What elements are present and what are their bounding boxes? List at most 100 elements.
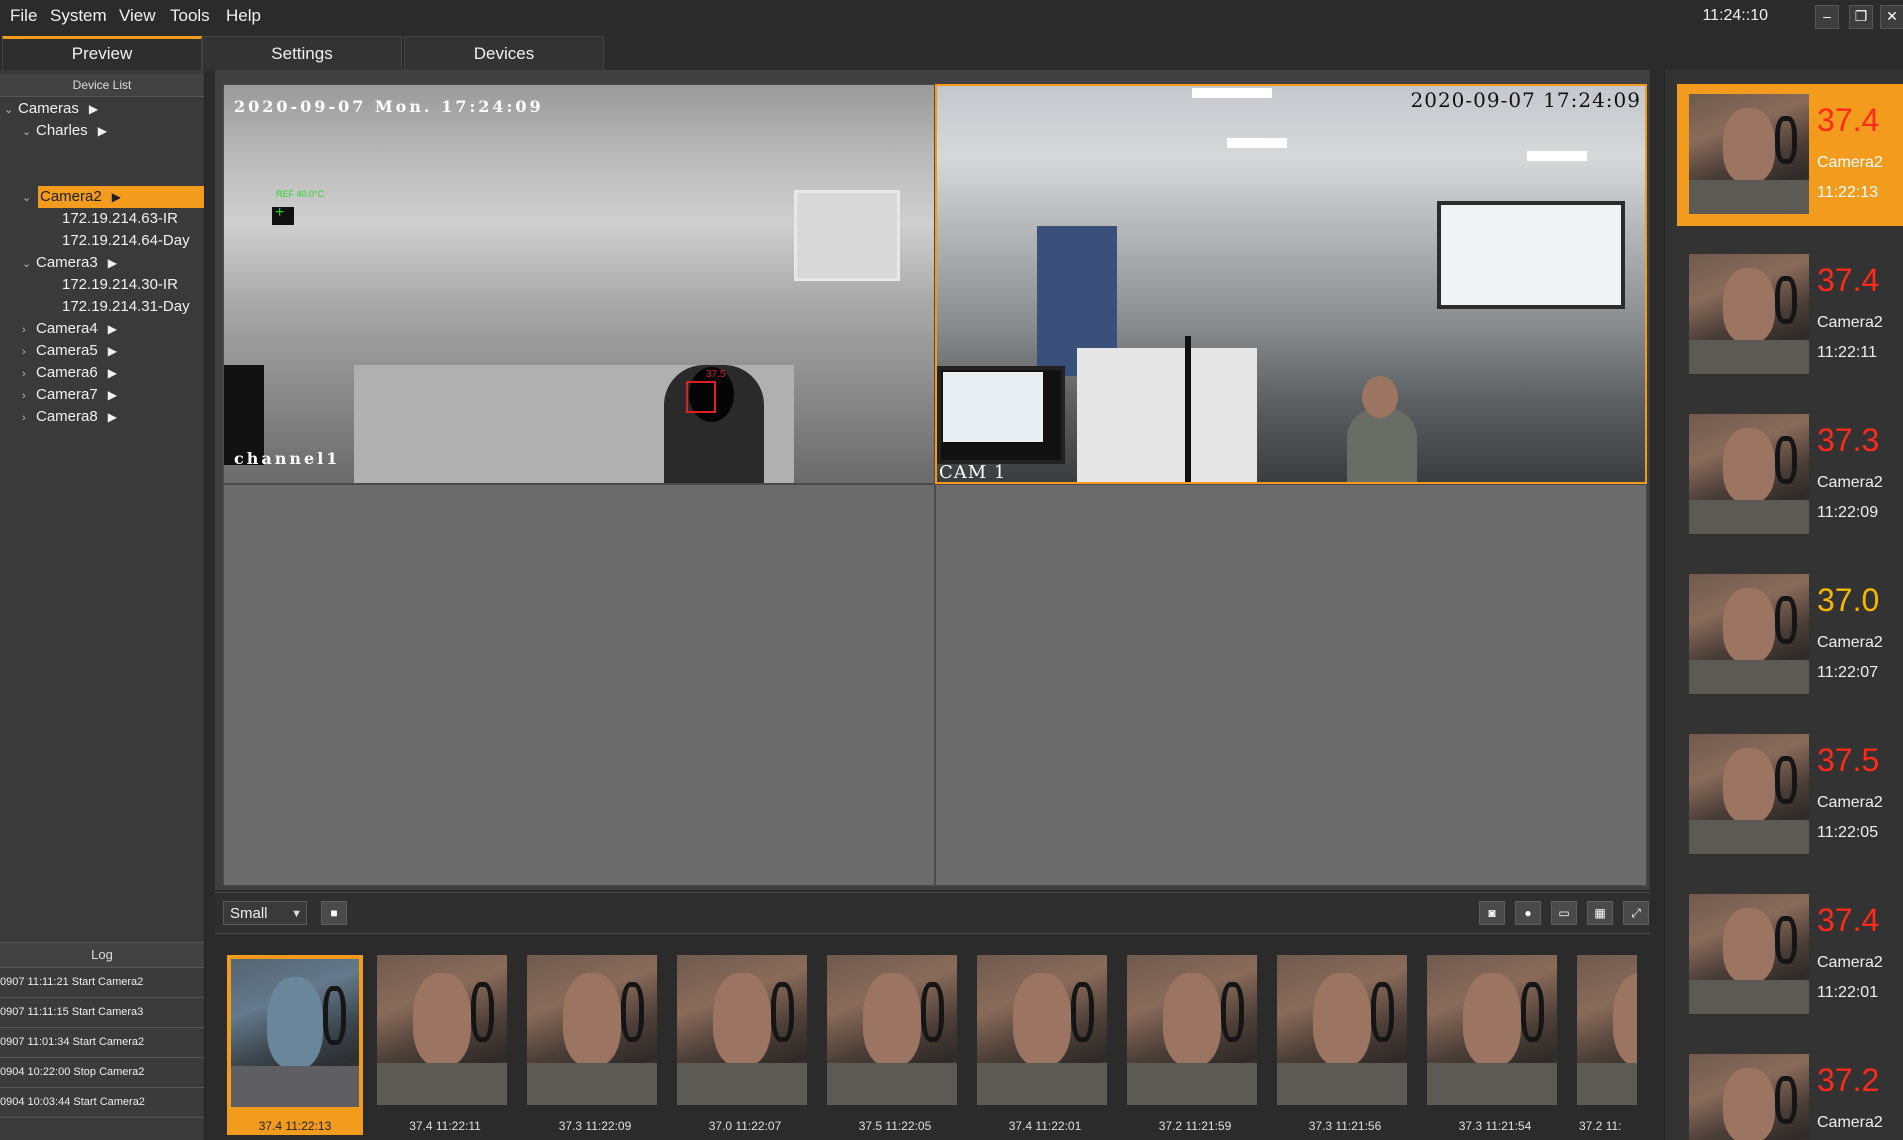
face-image: [1689, 894, 1809, 1014]
alert-card[interactable]: 37.3 Camera2 11:22:09: [1677, 404, 1903, 546]
play-arrow-icon[interactable]: ▶: [108, 344, 117, 358]
cubicle-partition: [1077, 348, 1257, 482]
log-entry[interactable]: 0907 11:01:34 Start Camera2: [0, 1028, 204, 1058]
alert-camera: Camera2: [1817, 954, 1883, 971]
capture-thumbnail[interactable]: 37.3 11:21:54: [1427, 955, 1563, 1135]
tab-devices[interactable]: Devices: [404, 36, 604, 71]
alert-panel: 37.4 Camera2 11:22:13 37.4 Camera2 11:22…: [1664, 70, 1903, 1140]
size-select[interactable]: Small ▼: [223, 901, 307, 925]
capture-label: 37.0 11:22:07: [708, 1119, 782, 1133]
capture-thumbnail[interactable]: 37.3 11:21:56: [1277, 955, 1413, 1135]
face-image: [1277, 955, 1407, 1105]
chevron-right-icon: ›: [22, 346, 26, 358]
restore-button[interactable]: ❐: [1849, 5, 1873, 29]
chevron-down-icon: ⌄: [22, 126, 32, 138]
capture-thumbnail[interactable]: 37.3 11:22:09: [527, 955, 663, 1135]
temperature-box: [686, 381, 716, 413]
capture-strip: 37.4 11:22:13 37.4 11:22:11 37.3 11:22:0…: [215, 935, 1650, 1140]
play-arrow-icon[interactable]: ▶: [89, 102, 98, 116]
menu-system[interactable]: System: [50, 6, 107, 26]
device-list-header: Device List: [0, 74, 204, 97]
tree-item-ip-ir[interactable]: 172.19.214.30-IR: [62, 274, 178, 296]
capture-label: 37.3 11:21:54: [1458, 1119, 1532, 1133]
alert-card[interactable]: 37.4 Camera2 11:22:01: [1677, 884, 1903, 1026]
minimize-button[interactable]: ‒: [1815, 5, 1839, 29]
ceiling-light: [1527, 151, 1587, 161]
fullscreen-icon[interactable]: ⤢: [1623, 901, 1649, 925]
alert-time: 11:22:01: [1817, 984, 1879, 1001]
log-entry[interactable]: 0904 10:22:00 Stop Camera2: [0, 1058, 204, 1088]
alert-card[interactable]: 37.0 Camera2 11:22:07: [1677, 564, 1903, 706]
alert-card[interactable]: 37.2 Camera2: [1677, 1044, 1903, 1140]
capture-thumbnail[interactable]: 37.4 11:22:13: [227, 955, 363, 1135]
tree-item-camera2[interactable]: Camera2 ▶: [38, 186, 204, 208]
monitor-screen: [943, 372, 1043, 442]
tree-item-ip-ir[interactable]: 172.19.214.63-IR: [62, 208, 178, 230]
chevron-right-icon: ›: [22, 390, 26, 402]
menu-help[interactable]: Help: [226, 6, 261, 26]
face-image: [1427, 955, 1557, 1105]
play-arrow-icon[interactable]: ▶: [108, 410, 117, 424]
tree-item-camera3[interactable]: ⌄ Camera3 ▶: [22, 252, 117, 274]
alert-card[interactable]: 37.4 Camera2 11:22:13: [1677, 84, 1903, 226]
alert-camera: Camera2: [1817, 794, 1883, 811]
stop-icon[interactable]: ■: [321, 901, 347, 925]
play-arrow-icon[interactable]: ▶: [108, 366, 117, 380]
play-arrow-icon[interactable]: ▶: [108, 322, 117, 336]
office-window: [1437, 201, 1625, 309]
play-arrow-icon[interactable]: ▶: [98, 124, 107, 138]
rgb-video-feed[interactable]: 2020-09-07 17:24:09 CAM 1: [935, 84, 1647, 484]
log-entry[interactable]: 0907 11:11:15 Start Camera3: [0, 998, 204, 1028]
alert-card[interactable]: 37.5 Camera2 11:22:05: [1677, 724, 1903, 866]
head-shape: [1362, 376, 1398, 418]
capture-thumbnail[interactable]: 37.4 11:22:01: [977, 955, 1113, 1135]
menu-file[interactable]: File: [10, 6, 37, 26]
chevron-down-icon[interactable]: ⌄: [22, 186, 36, 208]
play-arrow-icon[interactable]: ▶: [108, 256, 117, 270]
alert-temperature: 37.4: [1817, 902, 1880, 938]
capture-thumbnail[interactable]: 37.5 11:22:05: [827, 955, 963, 1135]
face-image: [1689, 94, 1809, 214]
alert-temperature: 37.5: [1817, 742, 1880, 778]
capture-thumbnail[interactable]: 37.0 11:22:07: [677, 955, 813, 1135]
capture-label: 37.5 11:22:05: [858, 1119, 932, 1133]
tree-item-cameras[interactable]: ⌄ Cameras ▶: [4, 98, 98, 120]
tree-item-ip-day[interactable]: 172.19.214.31-Day: [62, 296, 190, 318]
ir-timestamp: 2020-09-07 Mon. 17:24:09: [234, 97, 544, 116]
capture-thumbnail[interactable]: 37.4 11:22:11: [377, 955, 513, 1135]
chevron-down-icon: ⌄: [4, 104, 14, 116]
empty-video-cell[interactable]: [935, 484, 1647, 886]
folder-icon[interactable]: ▭: [1551, 901, 1577, 925]
ir-video-feed[interactable]: 37.5 + REF 40.0°C 2020-09-07 Mon. 17:24:…: [223, 84, 935, 484]
tree-item-camera5[interactable]: › Camera5 ▶: [22, 340, 117, 362]
log-entry[interactable]: 0907 11:11:21 Start Camera2: [0, 968, 204, 998]
face-image: [1689, 734, 1809, 854]
tree-item-camera4[interactable]: › Camera4 ▶: [22, 318, 117, 340]
play-arrow-icon[interactable]: ▶: [108, 388, 117, 402]
clock: 11:24::10: [1702, 7, 1768, 24]
close-button[interactable]: ✕: [1880, 5, 1903, 29]
tree-item-ip-day[interactable]: 172.19.214.64-Day: [62, 230, 190, 252]
video-grid: 37.5 + REF 40.0°C 2020-09-07 Mon. 17:24:…: [215, 70, 1650, 890]
tree-item-charles[interactable]: ⌄ Charles ▶: [22, 120, 107, 142]
play-arrow-icon[interactable]: ▶: [112, 190, 121, 204]
reference-label: REF 40.0°C: [276, 189, 325, 199]
grid-icon[interactable]: ▦: [1587, 901, 1613, 925]
tree-item-camera7[interactable]: › Camera7 ▶: [22, 384, 117, 406]
camera-icon[interactable]: ◙: [1479, 901, 1505, 925]
tree-item-camera8[interactable]: › Camera8 ▶: [22, 406, 117, 428]
alert-time: 11:22:13: [1817, 184, 1879, 201]
record-icon[interactable]: ●: [1515, 901, 1541, 925]
tree-item-camera6[interactable]: › Camera6 ▶: [22, 362, 117, 384]
menu-tools[interactable]: Tools: [170, 6, 210, 26]
alert-camera: Camera2: [1817, 474, 1883, 491]
capture-thumbnail[interactable]: 37.2 11:21:59: [1127, 955, 1263, 1135]
empty-video-cell[interactable]: [223, 484, 935, 886]
log-entry[interactable]: 0904 10:03:44 Start Camera2: [0, 1088, 204, 1118]
tab-settings[interactable]: Settings: [202, 36, 402, 71]
menu-view[interactable]: View: [119, 6, 156, 26]
alert-card[interactable]: 37.4 Camera2 11:22:11: [1677, 244, 1903, 386]
tab-preview[interactable]: Preview: [2, 36, 202, 73]
alert-time: 11:22:09: [1817, 504, 1879, 521]
capture-thumbnail[interactable]: 37.2 11:: [1577, 955, 1637, 1135]
